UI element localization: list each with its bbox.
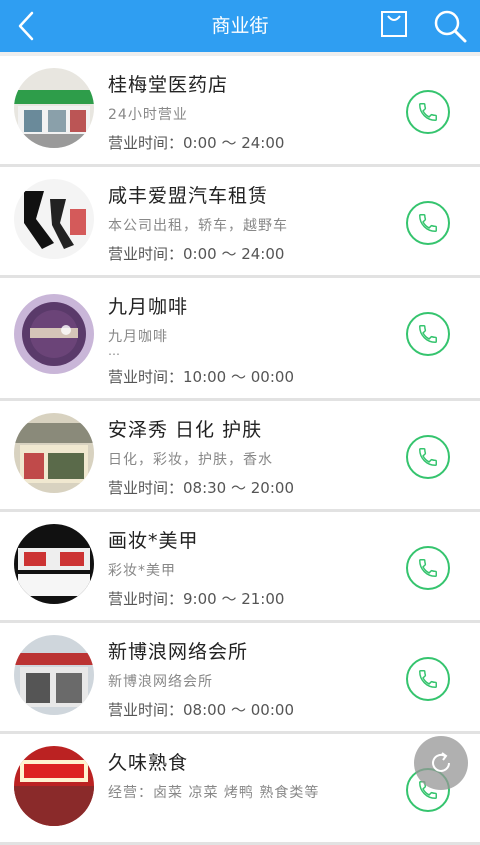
phone-icon <box>419 448 437 466</box>
call-button[interactable] <box>406 435 450 479</box>
call-button[interactable] <box>406 312 450 356</box>
phone-icon <box>419 103 437 121</box>
list-item[interactable]: 九月咖啡 九月咖啡 … 营业时间：10:00 ～ 00:00 <box>0 278 480 401</box>
call-button[interactable] <box>406 546 450 590</box>
shop-name: 安泽秀 日化 护肤 <box>108 419 263 441</box>
shop-description: 经营：卤菜 凉菜 烤鸭 熟食类等 <box>108 785 320 801</box>
shop-name: 九月咖啡 <box>108 296 189 318</box>
list-item[interactable]: 画妆*美甲 彩妆*美甲 营业时间：9:00 ～ 21:00 <box>0 512 480 623</box>
call-button[interactable] <box>406 657 450 701</box>
shop-thumbnail <box>14 524 94 604</box>
call-button[interactable] <box>406 90 450 134</box>
shop-description: 彩妆*美甲 <box>108 563 176 579</box>
shop-description: 日化，彩妆，护肤，香水 <box>108 452 273 468</box>
search-icon <box>434 10 467 43</box>
shop-thumbnail <box>14 746 94 826</box>
list-item[interactable]: 久味熟食 经营：卤菜 凉菜 烤鸭 熟食类等 <box>0 734 480 845</box>
shop-description-more: … <box>108 344 120 358</box>
shop-hours: 营业时间：08:30 ～ 20:00 <box>108 479 294 497</box>
call-button[interactable] <box>406 201 450 245</box>
shop-thumbnail <box>14 294 94 374</box>
refresh-button[interactable] <box>414 736 468 790</box>
shop-description: 新博浪网络会所 <box>108 674 213 690</box>
top-bar: 商业街 <box>0 0 480 52</box>
list-item[interactable]: 咸丰爱盟汽车租赁 本公司出租，轿车，越野车 营业时间：0:00 ～ 24:00 <box>0 167 480 278</box>
phone-icon <box>419 559 437 577</box>
shop-name: 新博浪网络会所 <box>108 641 249 663</box>
shop-name: 久味熟食 <box>108 752 189 774</box>
shop-hours: 营业时间：08:00 ～ 00:00 <box>108 701 294 719</box>
shop-thumbnail <box>14 68 94 148</box>
bag-button[interactable] <box>380 10 408 38</box>
page-title: 商业街 <box>211 15 269 37</box>
shop-thumbnail <box>14 179 94 259</box>
shop-hours: 营业时间：0:00 ～ 24:00 <box>108 245 285 263</box>
shop-hours: 营业时间：10:00 ～ 00:00 <box>108 368 294 386</box>
list-item[interactable]: 安泽秀 日化 护肤 日化，彩妆，护肤，香水 营业时间：08:30 ～ 20:00 <box>0 401 480 512</box>
shop-name: 咸丰爱盟汽车租赁 <box>108 185 269 207</box>
shop-thumbnail <box>14 413 94 493</box>
shop-description: 九月咖啡 <box>108 329 168 345</box>
list-item[interactable]: 桂梅堂医药店 24小时营业 营业时间：0:00 ～ 24:00 <box>0 56 480 167</box>
shop-list: 桂梅堂医药店 24小时营业 营业时间：0:00 ～ 24:00 咸丰爱盟汽车租赁… <box>0 56 480 845</box>
shop-name: 桂梅堂医药店 <box>108 74 229 96</box>
shop-hours: 营业时间：9:00 ～ 21:00 <box>108 590 285 608</box>
phone-icon <box>419 214 437 232</box>
shop-description: 24小时营业 <box>108 107 188 123</box>
search-button[interactable] <box>432 8 468 44</box>
shop-hours: 营业时间：0:00 ～ 24:00 <box>108 134 285 152</box>
list-item[interactable]: 新博浪网络会所 新博浪网络会所 营业时间：08:00 ～ 00:00 <box>0 623 480 734</box>
phone-icon <box>419 670 437 688</box>
phone-icon <box>419 325 437 343</box>
shop-description: 本公司出租，轿车，越野车 <box>108 218 288 234</box>
shop-name: 画妆*美甲 <box>108 530 199 552</box>
bag-icon <box>381 11 407 37</box>
refresh-icon <box>432 752 450 772</box>
shop-thumbnail <box>14 635 94 715</box>
